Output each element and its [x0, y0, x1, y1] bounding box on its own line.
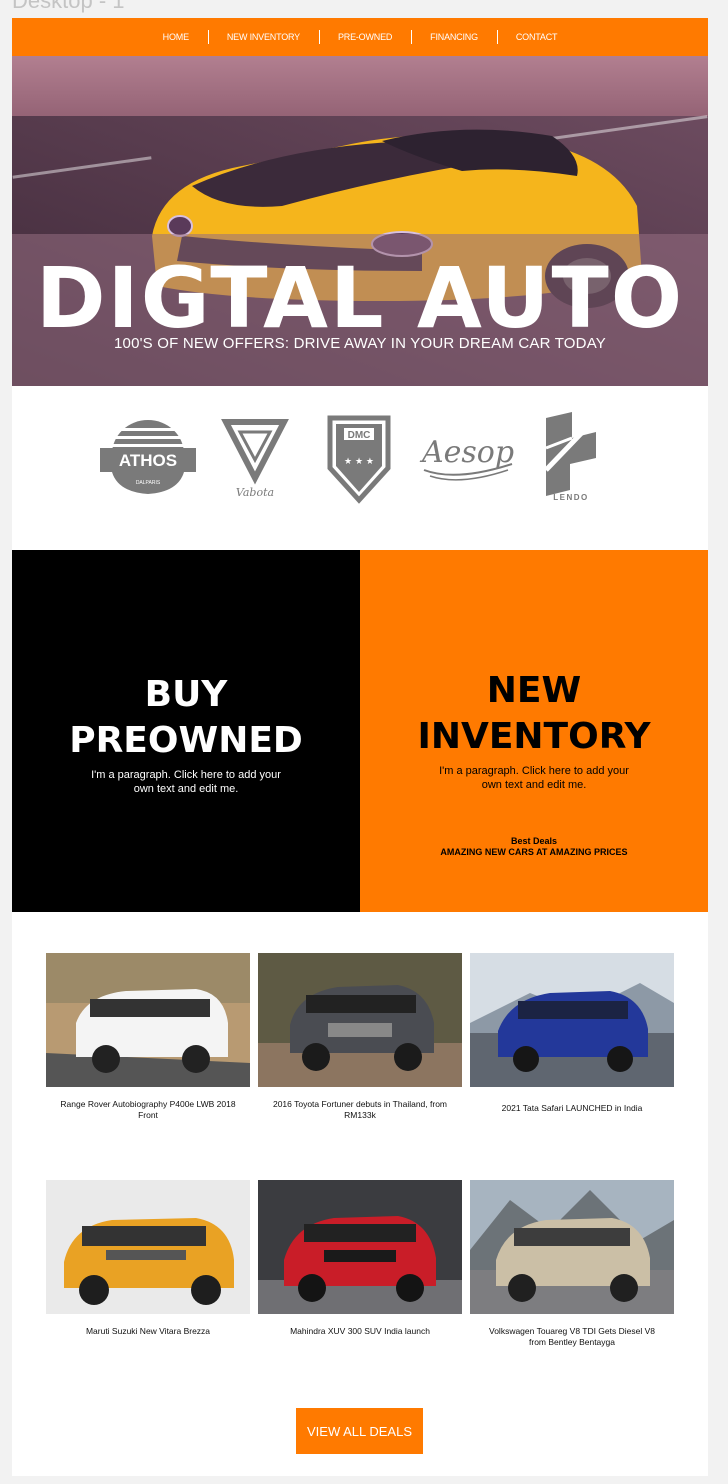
best-deals-heading: Best Deals	[510, 836, 558, 846]
deal-card-caption: Mahindra XUV 300 SUV India launch	[290, 1326, 430, 1336]
promo-left-title: BUY PREOWNED	[69, 674, 303, 761]
best-deals-note: Best Deals AMAZING NEW CARS AT AMAZING P…	[360, 836, 708, 858]
lendo-logo: LENDO	[544, 412, 598, 502]
lendo-logo-text: LENDO	[553, 493, 589, 502]
deal-card-caption: Range Rover Autobiography P400e LWB 2018…	[60, 1099, 236, 1120]
deal-card-caption: 2016 Toyota Fortuner debuts in Thailand,…	[272, 1099, 448, 1120]
deal-card[interactable]: Volkswagen Touareg V8 TDI Gets Diesel V8…	[470, 1180, 674, 1348]
deal-card-caption: Maruti Suzuki New Vitara Brezza	[85, 1326, 211, 1336]
hero-subtitle: 100'S OF NEW OFFERS: DRIVE AWAY IN YOUR …	[113, 335, 606, 352]
best-deals-text: AMAZING NEW CARS AT AMAZING PRICES	[440, 847, 628, 857]
deal-card-image[interactable]	[258, 1180, 462, 1314]
vabota-logo-text: Vabota	[236, 486, 274, 499]
nav-contact[interactable]: CONTACT	[496, 30, 576, 44]
promo-left-text: I'm a paragraph. Click here to add your …	[91, 769, 281, 795]
frame-label: Desktop - 1	[12, 0, 125, 13]
dmc-logo-text: DMC	[348, 430, 371, 441]
deals-gallery: Range Rover Autobiography P400e LWB 2018…	[12, 912, 708, 1476]
view-all-deals-button[interactable]: VIEW ALL DEALS	[296, 1408, 423, 1454]
athos-logo-text: ATHOS	[119, 451, 177, 470]
deal-card[interactable]: Maruti Suzuki New Vitara Brezza	[46, 1180, 250, 1337]
athos-logo-subtext: DALPARIS	[136, 480, 161, 486]
deal-card-image[interactable]	[470, 1180, 674, 1314]
hero-title: DIGTAL AUTO	[35, 249, 685, 347]
deal-card[interactable]: 2016 Toyota Fortuner debuts in Thailand,…	[258, 953, 462, 1121]
deal-card[interactable]: Mahindra XUV 300 SUV India launch	[258, 1180, 462, 1337]
svg-text:★ ★ ★: ★ ★ ★	[344, 457, 374, 467]
deal-card-image[interactable]	[258, 953, 462, 1087]
vabota-logo: Vabota	[221, 419, 289, 499]
deal-card-caption: Volkswagen Touareg V8 TDI Gets Diesel V8…	[489, 1326, 655, 1347]
nav-new-inventory[interactable]: NEW INVENTORY	[207, 30, 319, 44]
nav-home[interactable]: HOME	[144, 32, 208, 42]
nav-pre-owned[interactable]: PRE-OWNED	[318, 30, 411, 44]
nav-financing[interactable]: FINANCING	[411, 30, 497, 44]
deal-card-image[interactable]	[46, 953, 250, 1087]
promo-new-inventory[interactable]: NEW INVENTORY I'm a paragraph. Click her…	[360, 550, 708, 912]
aesop-logo: Aesop	[419, 435, 514, 481]
deal-card-image[interactable]	[470, 953, 674, 1087]
promo-buy-preowned[interactable]: BUY PREOWNED I'm a paragraph. Click here…	[12, 550, 360, 912]
top-nav: HOME NEW INVENTORY PRE-OWNED FINANCING C…	[12, 18, 708, 56]
landing-page: HOME NEW INVENTORY PRE-OWNED FINANCING C…	[12, 18, 708, 1476]
athos-logo: ATHOS DALPARIS	[100, 420, 196, 494]
dmc-logo: DMC ★ ★ ★	[327, 415, 391, 504]
deal-card-caption: 2021 Tata Safari LAUNCHED in India	[501, 1103, 643, 1113]
hero-banner: DIGTAL AUTO 100'S OF NEW OFFERS: DRIVE A…	[12, 56, 708, 386]
promo-right-text: I'm a paragraph. Click here to add your …	[439, 765, 629, 791]
promo-right-title: NEW INVENTORY	[417, 670, 651, 757]
aesop-logo-text: Aesop	[419, 435, 514, 470]
deal-card[interactable]: 2021 Tata Safari LAUNCHED in India	[470, 953, 674, 1114]
brand-logos-strip: ATHOS DALPARIS Vabota DMC ★ ★ ★ Aesop LE…	[12, 386, 708, 550]
deal-card-image[interactable]	[46, 1180, 250, 1314]
deal-card[interactable]: Range Rover Autobiography P400e LWB 2018…	[46, 953, 250, 1121]
